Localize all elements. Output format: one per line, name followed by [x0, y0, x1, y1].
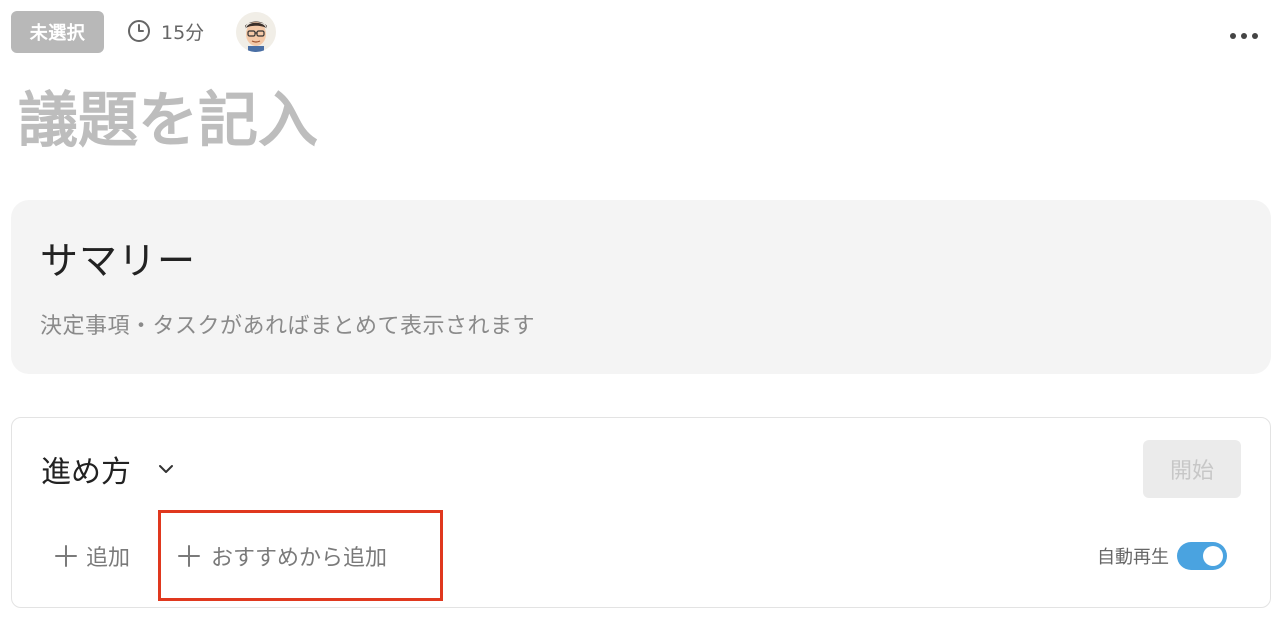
add-step-label: 追加 — [86, 546, 131, 571]
duration[interactable]: 15分 — [127, 16, 204, 46]
chevron-down-icon — [157, 463, 175, 475]
more-options-button[interactable] — [1222, 20, 1266, 48]
status-badge[interactable]: 未選択 — [11, 11, 104, 53]
clock-icon — [127, 19, 151, 43]
autoplay-label: 自動再生 — [1097, 547, 1169, 568]
topbar: 未選択 15分 — [0, 0, 1282, 64]
add-from-recommendations-label: おすすめから追加 — [211, 545, 388, 571]
steps-header[interactable]: 進め方 — [41, 448, 175, 490]
steps-title: 進め方 — [41, 455, 131, 490]
more-icon — [1229, 25, 1259, 44]
autoplay-control: 自動再生 — [1097, 540, 1227, 572]
start-button[interactable]: 開始 — [1143, 440, 1241, 498]
autoplay-toggle[interactable] — [1177, 542, 1227, 570]
summary-title: サマリー — [40, 239, 197, 283]
plus-icon — [54, 544, 78, 568]
add-from-recommendations-button[interactable]: おすすめから追加 — [158, 510, 443, 601]
summary-description: 決定事項・タスクがあればまとめて表示されます — [40, 314, 536, 339]
plus-icon — [177, 544, 201, 568]
summary-card: サマリー 決定事項・タスクがあればまとめて表示されます — [11, 200, 1271, 374]
steps-card: 進め方 開始 追加 おすすめから追加 自動再生 — [11, 417, 1271, 608]
toggle-knob — [1203, 546, 1223, 566]
duration-label: 15分 — [161, 21, 205, 44]
avatar[interactable] — [236, 12, 276, 52]
agenda-title-input[interactable] — [18, 82, 1218, 160]
status-badge-label: 未選択 — [29, 23, 86, 44]
add-step-button[interactable]: 追加 — [54, 538, 130, 574]
